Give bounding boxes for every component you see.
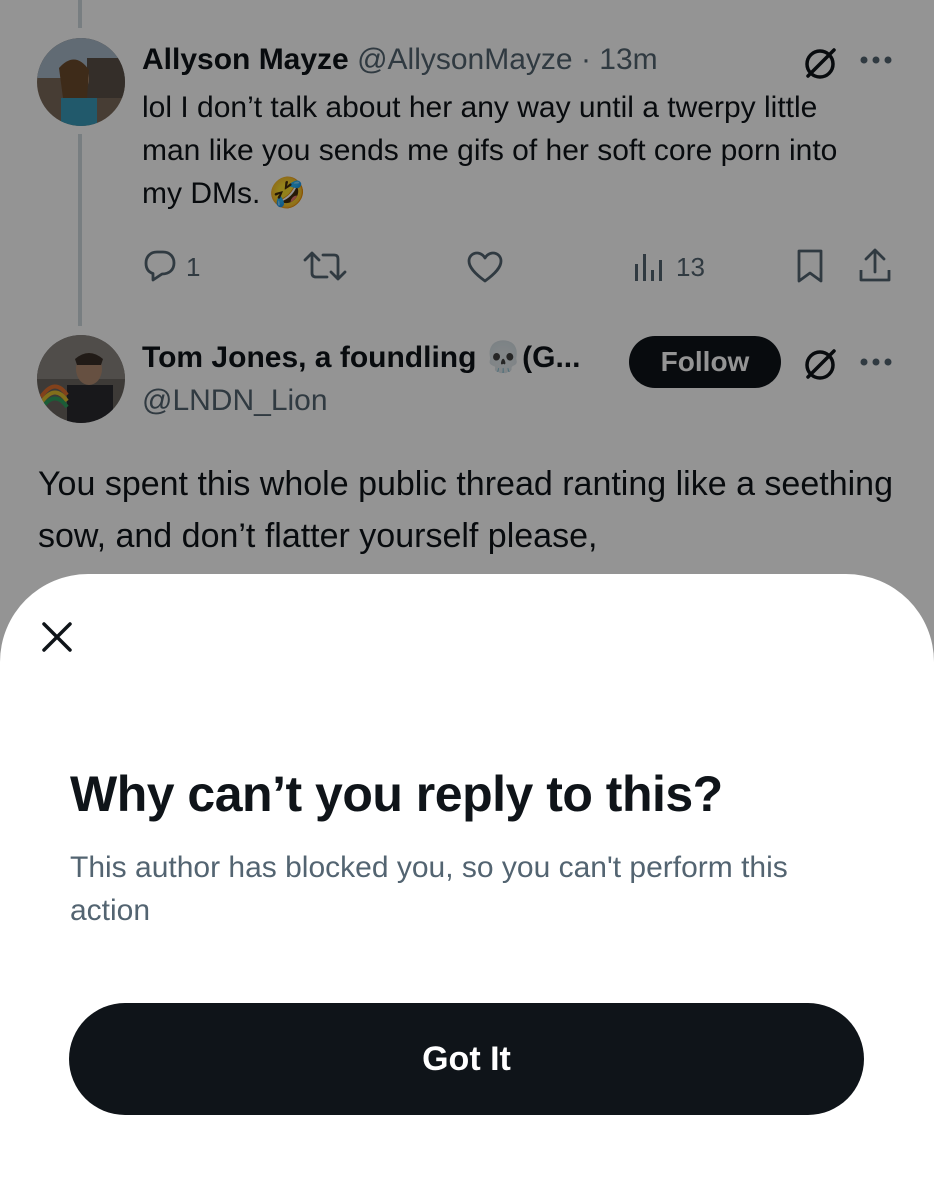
close-icon[interactable] [36, 616, 78, 658]
got-it-button[interactable]: Got It [69, 1003, 864, 1115]
sheet-title: Why can’t you reply to this? [70, 766, 723, 822]
sheet-description: This author has blocked you, so you can'… [70, 851, 788, 927]
